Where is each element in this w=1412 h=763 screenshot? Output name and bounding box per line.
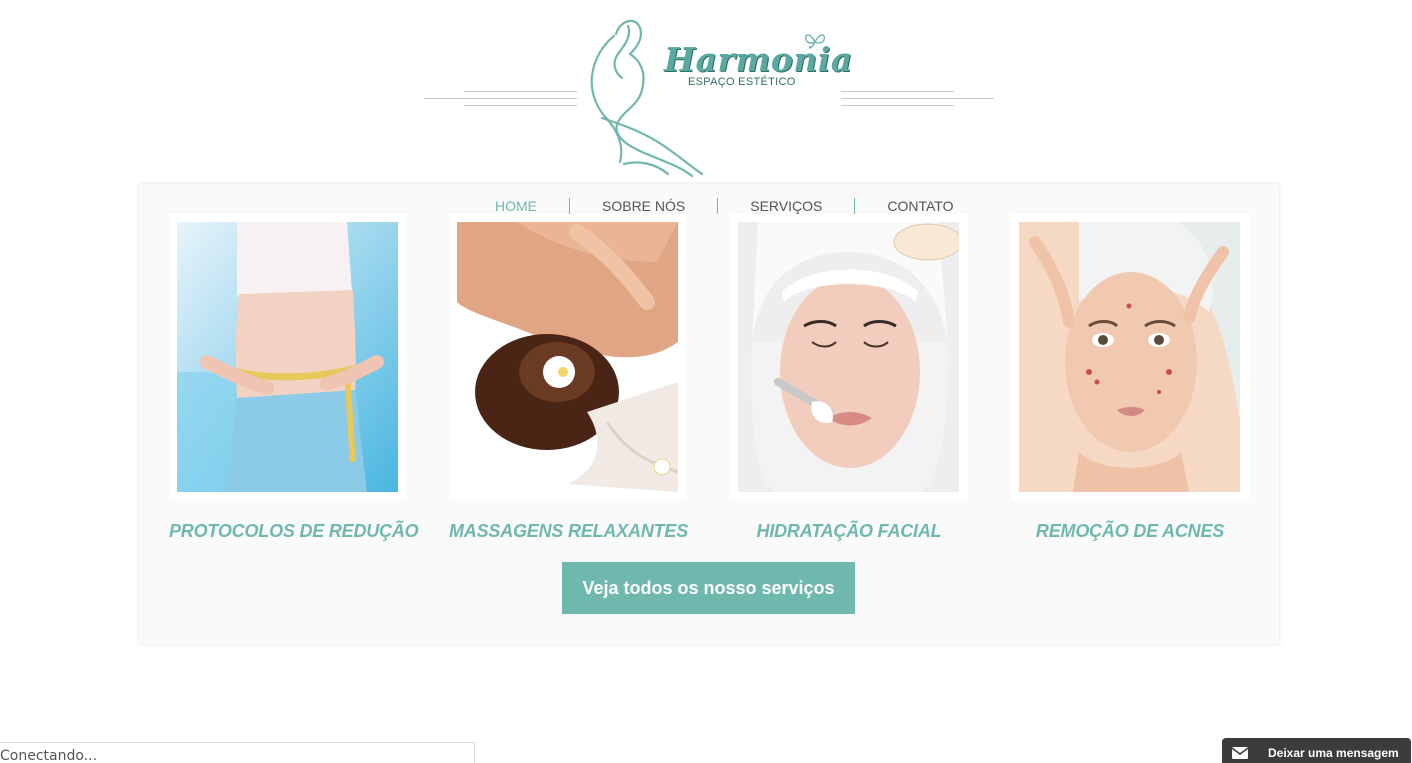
nav-item-sobre-nos[interactable]: SOBRE NÓS (569, 198, 717, 214)
photo-frame (1011, 214, 1249, 500)
butterfly-icon (804, 34, 826, 49)
waist-measuring-photo[interactable] (177, 222, 398, 492)
page: Harmonia ESPAÇO ESTÉTICO HOME SOBRE NÓS … (0, 0, 1412, 763)
facial-mask-photo[interactable] (738, 222, 959, 492)
service-card-acnes[interactable]: REMOÇÃO DE ACNES (1011, 214, 1249, 542)
main-nav: HOME SOBRE NÓS SERVIÇOS CONTATO (463, 196, 985, 216)
site-header: Harmonia ESPAÇO ESTÉTICO (424, 14, 994, 182)
acne-face-photo[interactable] (1019, 222, 1240, 492)
nav-item-home[interactable]: HOME (463, 198, 569, 214)
service-title[interactable]: PROTOCOLOS DE REDUÇÃO (169, 521, 419, 542)
photo-frame (730, 214, 968, 500)
back-massage-photo[interactable] (457, 222, 678, 492)
nav-item-servicos[interactable]: SERVIÇOS (717, 198, 854, 214)
mail-icon (1232, 747, 1248, 759)
service-card-reducao[interactable]: PROTOCOLOS DE REDUÇÃO (169, 214, 419, 542)
services-panel: HOME SOBRE NÓS SERVIÇOS CONTATO PROTOCOL… (139, 184, 1279, 644)
all-services-button[interactable]: Veja todos os nosso serviços (562, 562, 855, 614)
leave-message-tab[interactable]: Deixar uma mensagem (1222, 738, 1411, 763)
service-title[interactable]: HIDRATAÇÃO FACIAL (730, 521, 968, 542)
service-card-massagens[interactable]: MASSAGENS RELAXANTES (449, 214, 688, 542)
photo-frame (169, 214, 407, 500)
service-card-hidratacao[interactable]: HIDRATAÇÃO FACIAL (730, 214, 968, 542)
service-title[interactable]: REMOÇÃO DE ACNES (1011, 521, 1249, 542)
nav-item-contato[interactable]: CONTATO (854, 198, 985, 214)
photo-frame (449, 214, 687, 500)
connecting-status: Conectando... (0, 742, 475, 763)
service-title[interactable]: MASSAGENS RELAXANTES (449, 521, 688, 542)
leave-message-label: Deixar uma mensagem (1268, 746, 1399, 760)
service-cards: PROTOCOLOS DE REDUÇÃO MASSAGENS RELAXANT… (169, 214, 1249, 554)
brand-tagline: ESPAÇO ESTÉTICO (688, 76, 796, 88)
